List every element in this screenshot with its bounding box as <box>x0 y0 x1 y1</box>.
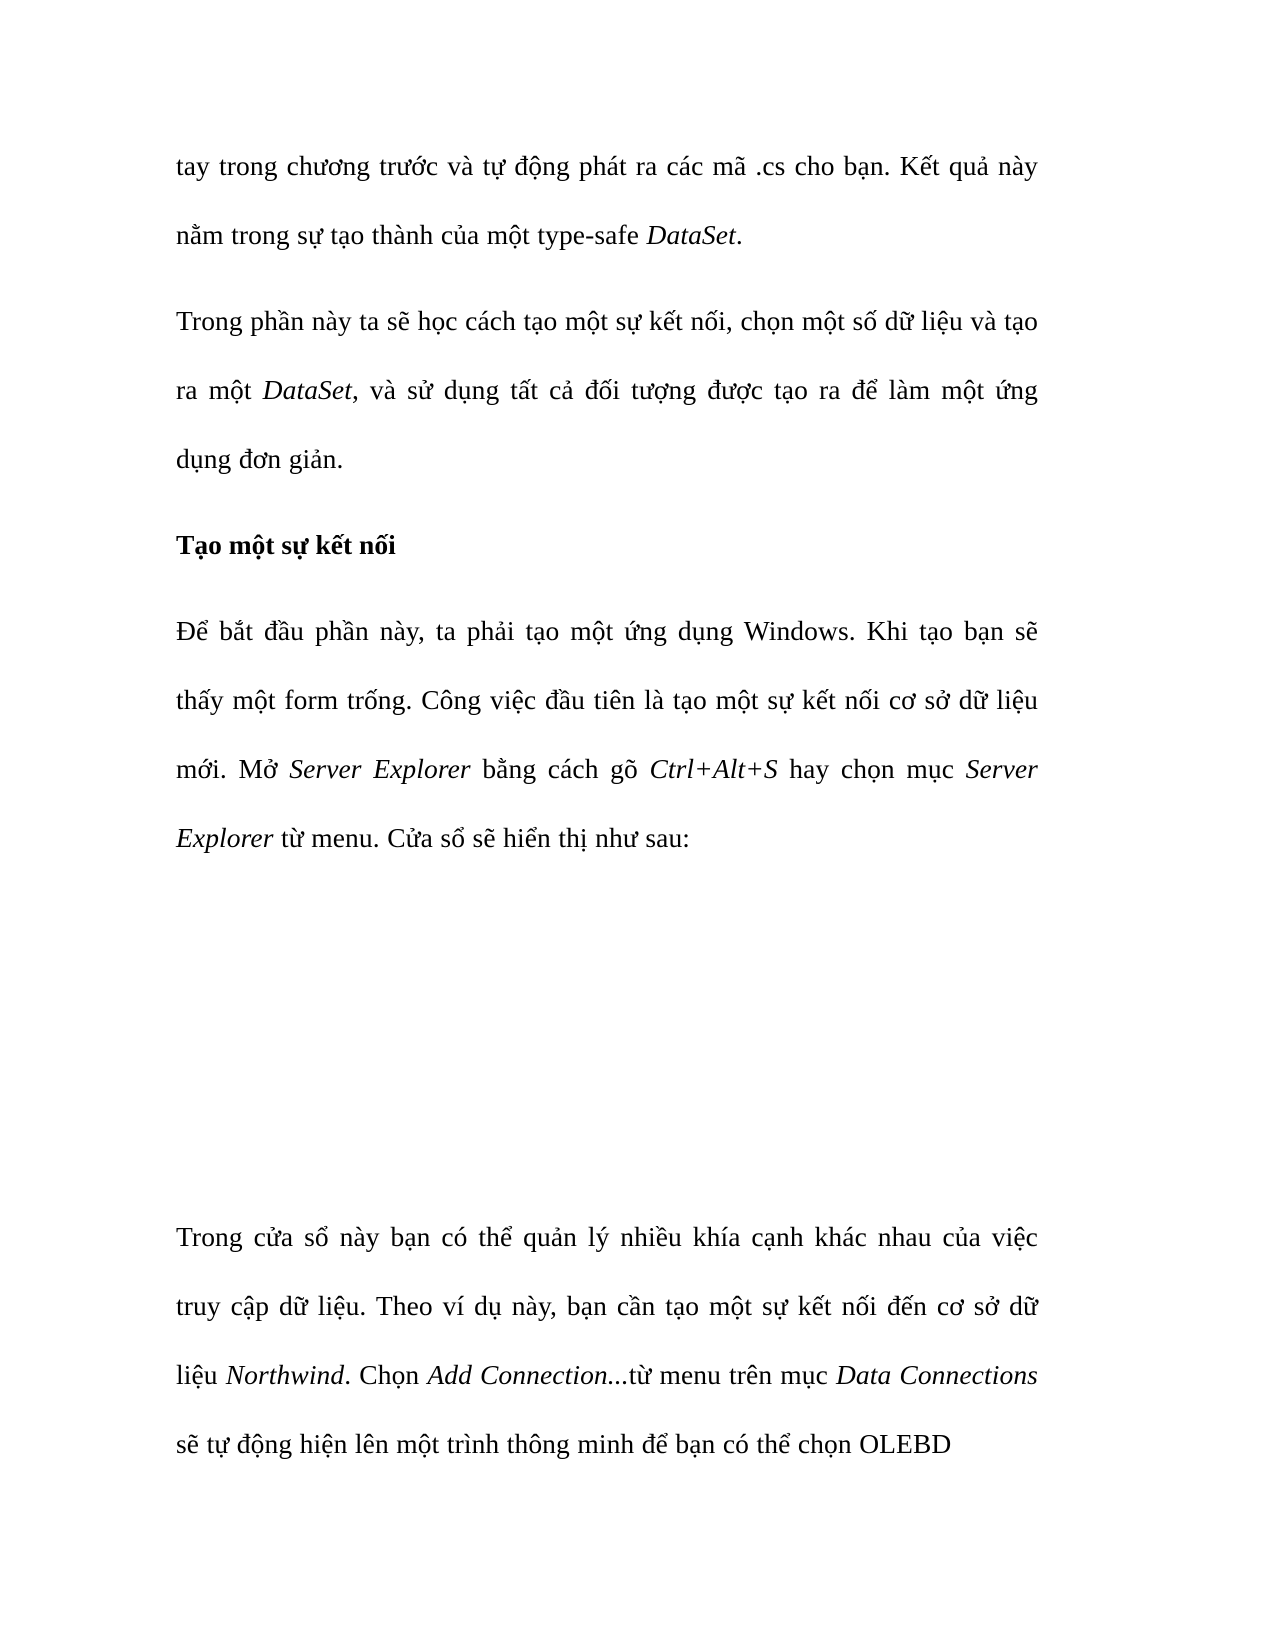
paragraph-2: Trong phần này ta sẽ học cách tạo một sự… <box>176 286 1038 493</box>
text-run-italic: Northwind <box>225 1359 345 1390</box>
text-run: hay chọn mục <box>777 753 966 784</box>
section-heading: Tạo một sự kết nối <box>176 510 1038 579</box>
text-run-italic: DataSet <box>646 219 736 250</box>
text-run: . Chọn <box>344 1359 428 1390</box>
text-run: tay trong chương trước và tự động phát r… <box>176 150 1038 250</box>
text-run-italic: Ctrl+Alt+S <box>649 753 778 784</box>
document-body: tay trong chương trước và tự động phát r… <box>176 131 1038 1478</box>
figure-placeholder <box>176 872 1038 1202</box>
paragraph-1: tay trong chương trước và tự động phát r… <box>176 131 1038 269</box>
text-run-italic: DataSet <box>262 374 352 405</box>
heading-text: Tạo một sự kết nối <box>176 529 396 560</box>
document-page: tay trong chương trước và tự động phát r… <box>0 0 1274 1649</box>
text-run: từ menu trên mục <box>628 1359 836 1390</box>
text-run-italic: Server Explorer <box>289 753 471 784</box>
paragraph-4: Trong cửa sổ này bạn có thể quản lý nhiề… <box>176 1202 1038 1478</box>
text-run: bằng cách gõ <box>470 753 650 784</box>
text-run: từ menu. Cửa sổ sẽ hiển thị như sau: <box>273 822 691 853</box>
paragraph-3: Để bắt đầu phần này, ta phải tạo một ứng… <box>176 596 1038 872</box>
text-run-italic: Data Connections <box>835 1359 1038 1390</box>
text-run-italic: Add Connection... <box>427 1359 629 1390</box>
text-run: sẽ tự động hiện lên một trình thông minh… <box>176 1428 952 1459</box>
text-run: . <box>735 219 743 250</box>
